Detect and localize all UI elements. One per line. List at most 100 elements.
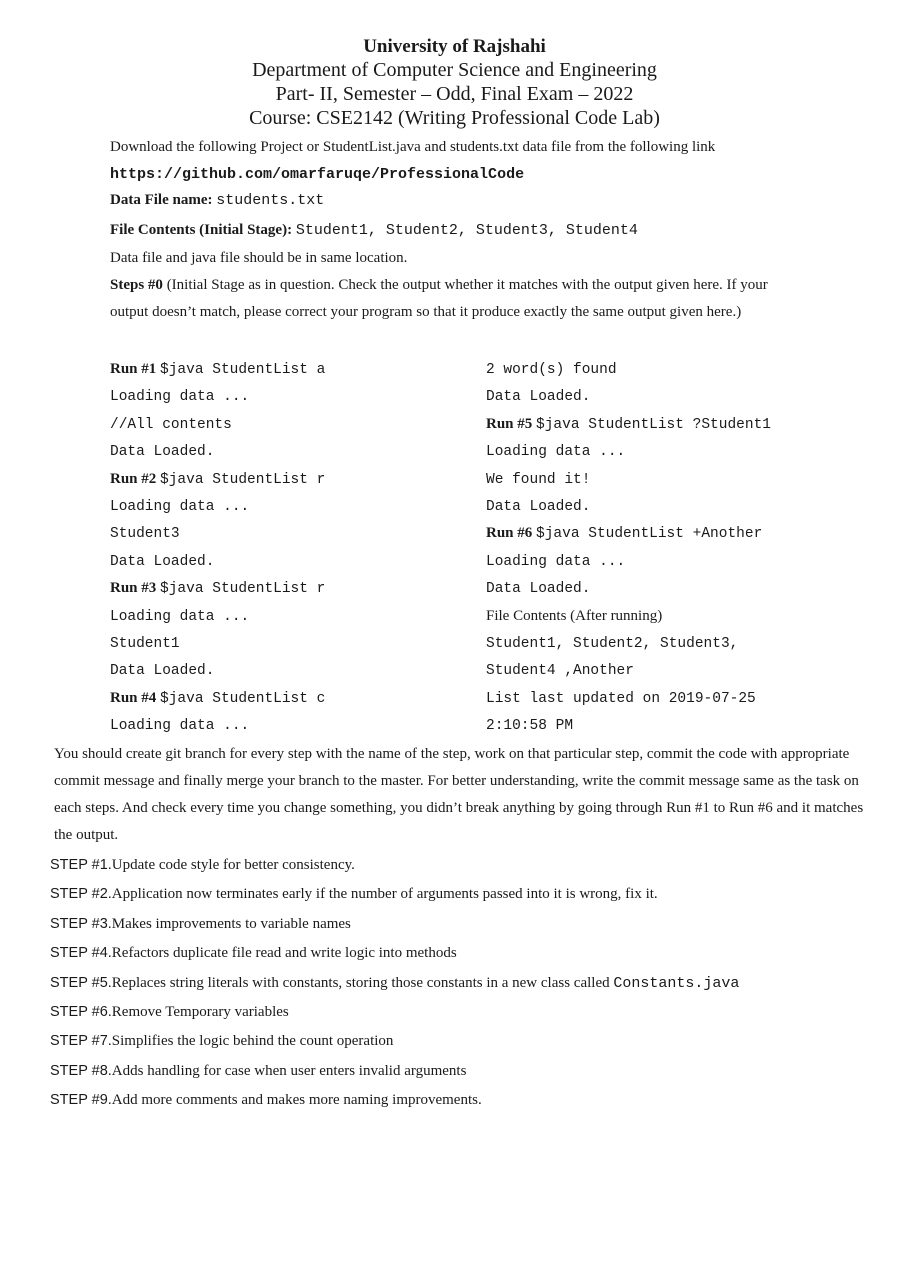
- run-text: 2:10:58 PM: [486, 718, 574, 735]
- run-line: Loading data ...: [486, 548, 866, 575]
- run-text: $java StudentList r: [160, 471, 326, 488]
- step-item: STEP #8.Adds handling for case when user…: [50, 1057, 870, 1086]
- step-number: STEP #9.: [50, 1092, 112, 1109]
- course-title: Course: CSE2142 (Writing Professional Co…: [249, 107, 660, 129]
- instructions-paragraph: You should create git branch for every s…: [54, 746, 864, 843]
- run-line: Student4 ,Another: [486, 657, 866, 684]
- run-line: Run #4 $java StudentList c: [110, 685, 480, 712]
- data-file-line: Data File name: students.txt: [110, 187, 810, 214]
- exam-page: University of Rajshahi Department of Com…: [0, 0, 909, 1280]
- run-text: $java StudentList +Another: [536, 526, 763, 543]
- run-line: Data Loaded.: [110, 548, 480, 575]
- steps0-text: (Initial Stage as in question. Check the…: [110, 277, 768, 320]
- run-text: Student1, Student2, Student3,: [486, 635, 739, 652]
- run-text: //All contents: [110, 416, 232, 433]
- step-item: STEP #1.Update code style for better con…: [50, 851, 870, 880]
- step-text: Add more comments and makes more naming …: [111, 1092, 482, 1109]
- exam-info: Part- II, Semester – Odd, Final Exam – 2…: [275, 83, 634, 105]
- step-number: STEP #4.: [50, 945, 112, 962]
- run-line: Data Loaded.: [486, 575, 866, 602]
- step-number: STEP #2.: [50, 886, 112, 903]
- run-text: Loading data ...: [110, 608, 250, 625]
- run-text: Data Loaded.: [486, 498, 591, 515]
- run-text: Loading data ...: [486, 553, 626, 570]
- step-number: STEP #5.: [50, 974, 112, 991]
- run-line: 2 word(s) found: [486, 356, 866, 383]
- step-text: Adds handling for case when user enters …: [111, 1062, 467, 1079]
- step-text: Simplifies the logic behind the count op…: [111, 1033, 394, 1050]
- run-label: Run #2: [110, 470, 161, 487]
- run-text: Data Loaded.: [486, 581, 591, 598]
- run-line: Student1: [110, 630, 480, 657]
- run-line: Data Loaded.: [486, 383, 866, 410]
- step-item: STEP #4.Refactors duplicate file read an…: [50, 939, 870, 968]
- step-number: STEP #6.: [50, 1003, 112, 1020]
- step-item: STEP #9.Add more comments and makes more…: [50, 1086, 870, 1115]
- run-line: 2:10:58 PM: [486, 712, 866, 739]
- repo-link[interactable]: https://github.com/omarfaruqe/Profession…: [110, 161, 810, 188]
- run-line: Student1, Student2, Student3,: [486, 630, 866, 657]
- university-name: University of Rajshahi: [363, 36, 546, 57]
- run-line: We found it!: [486, 466, 866, 493]
- same-location-note: Data file and java file should be in sam…: [110, 250, 408, 266]
- step-code: Constants.java: [613, 974, 740, 992]
- run-text: Data Loaded.: [110, 663, 215, 680]
- runs-left-column: Run #1 $java StudentList a Loading data .…: [110, 356, 480, 739]
- step-text: Update code style for better consistency…: [111, 857, 355, 873]
- step-text: Remove Temporary variables: [111, 1003, 289, 1020]
- run-line: Run #5 $java StudentList ?Student1: [486, 411, 866, 438]
- initial-contents-label: File Contents (Initial Stage):: [110, 222, 293, 238]
- data-file-label: Data File name:: [110, 192, 213, 208]
- run-label: Run #6: [486, 525, 537, 542]
- step-text: Application now terminates early if the …: [111, 886, 658, 903]
- steps0-label: Steps #0: [110, 277, 163, 293]
- run-line: List last updated on 2019-07-25: [486, 685, 866, 712]
- run-text: List last updated on 2019-07-25: [486, 690, 756, 707]
- step-number: STEP #7.: [50, 1033, 112, 1050]
- data-file-value: students.txt: [216, 192, 325, 209]
- step-number: STEP #3.: [50, 915, 112, 932]
- run-line: //All contents: [110, 411, 480, 438]
- run-text: Data Loaded.: [486, 389, 591, 406]
- run-text: We found it!: [486, 471, 591, 488]
- run-text: Data Loaded.: [110, 553, 215, 570]
- step-item: STEP #5.Replaces string literals with co…: [50, 969, 870, 998]
- step-item: STEP #6.Remove Temporary variables: [50, 998, 870, 1027]
- steps-list: STEP #1.Update code style for better con…: [50, 851, 870, 1116]
- run-text: Loading data ...: [110, 389, 250, 406]
- run-text: $java StudentList c: [160, 690, 326, 707]
- run-line: Run #6 $java StudentList +Another: [486, 520, 866, 547]
- run-text: Student1: [110, 635, 180, 652]
- run-line: Run #2 $java StudentList r: [110, 466, 480, 493]
- download-instruction: Download the following Project or Studen…: [110, 139, 716, 155]
- run-text: $java StudentList r: [160, 581, 326, 598]
- initial-contents-value: Student1, Student2, Student3, Student4: [295, 222, 638, 239]
- steps0-paragraph: Steps #0 (Initial Stage as in question. …: [110, 272, 790, 326]
- run-line: Loading data ...: [110, 603, 480, 630]
- run-text: Student3: [110, 526, 180, 543]
- run-line: Data Loaded.: [110, 657, 480, 684]
- run-text: 2 word(s) found: [486, 362, 617, 378]
- run-line: File Contents (After running): [486, 603, 866, 630]
- run-text: Loading data ...: [110, 718, 250, 735]
- run-label: Run #5: [486, 415, 537, 432]
- step-item: STEP #3.Makes improvements to variable n…: [50, 910, 870, 939]
- run-text: $java StudentList ?Student1: [536, 416, 771, 433]
- run-label: Run #4: [110, 689, 161, 706]
- department-name: Department of Computer Science and Engin…: [252, 59, 657, 81]
- run-line: Data Loaded.: [486, 493, 866, 520]
- run-text: $java StudentList a: [160, 362, 326, 378]
- run-text: Data Loaded.: [110, 444, 215, 461]
- step-number: STEP #1.: [50, 857, 112, 873]
- run-line: Loading data ...: [110, 712, 480, 739]
- step-text: Refactors duplicate file read and write …: [111, 945, 457, 962]
- run-line: Loading data ...: [486, 438, 866, 465]
- step-item: STEP #2.Application now terminates early…: [50, 880, 870, 909]
- step-number: STEP #8.: [50, 1062, 112, 1079]
- run-line: Loading data ...: [110, 493, 480, 520]
- exam-header: University of Rajshahi Department of Com…: [0, 36, 909, 130]
- run-text: Loading data ...: [486, 444, 626, 461]
- run-line: Loading data ...: [110, 383, 480, 410]
- run-label: Run #3: [110, 580, 161, 597]
- run-text: Loading data ...: [110, 498, 250, 515]
